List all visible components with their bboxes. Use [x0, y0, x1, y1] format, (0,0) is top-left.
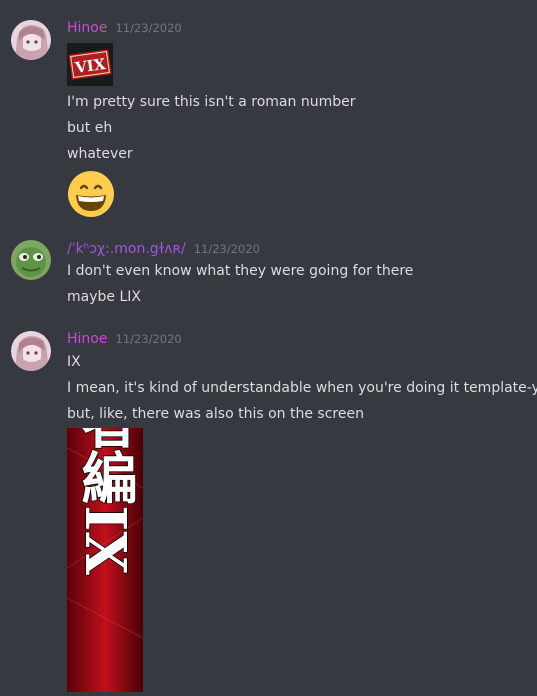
message-header: Hinoe 11/23/2020 — [67, 20, 182, 36]
timestamp: 11/23/2020 — [115, 332, 182, 346]
grinning-face-emoji-icon[interactable] — [67, 170, 115, 222]
username[interactable]: Hinoe — [67, 20, 107, 36]
screenshot-image[interactable]: 来訪者編IX — [66, 280, 144, 696]
avatar[interactable] — [11, 20, 51, 60]
message-text: I mean, it's kind of understandable when… — [67, 380, 537, 396]
timestamp: 11/23/2020 — [115, 21, 182, 35]
message-text: IX — [67, 354, 81, 370]
chat-log: Hinoe 11/23/2020 VIX I'm pretty sure thi… — [0, 0, 537, 692]
message-text: whatever — [67, 146, 133, 162]
message-text: maybe LIX — [67, 289, 141, 305]
screenshot-image-text: 来訪者編IX — [72, 428, 138, 575]
username[interactable]: Hinoe — [67, 331, 107, 347]
message-text: I'm pretty sure this isn't a roman numbe… — [67, 94, 356, 110]
message-text: but, like, there was also this on the sc… — [67, 406, 364, 422]
vix-image[interactable]: VIX — [67, 43, 113, 90]
message-header: Hinoe 11/23/2020 — [67, 331, 182, 347]
message-header: /ˈkʰɔχ:.mon.gɫʌʀ/ 11/23/2020 — [67, 241, 260, 257]
username[interactable]: /ˈkʰɔχ:.mon.gɫʌʀ/ — [67, 241, 186, 257]
message-text: but eh — [67, 120, 113, 136]
avatar[interactable] — [11, 240, 51, 280]
avatar[interactable] — [11, 331, 51, 371]
timestamp: 11/23/2020 — [193, 242, 260, 256]
message-text: I don't even know what they were going f… — [67, 263, 414, 279]
